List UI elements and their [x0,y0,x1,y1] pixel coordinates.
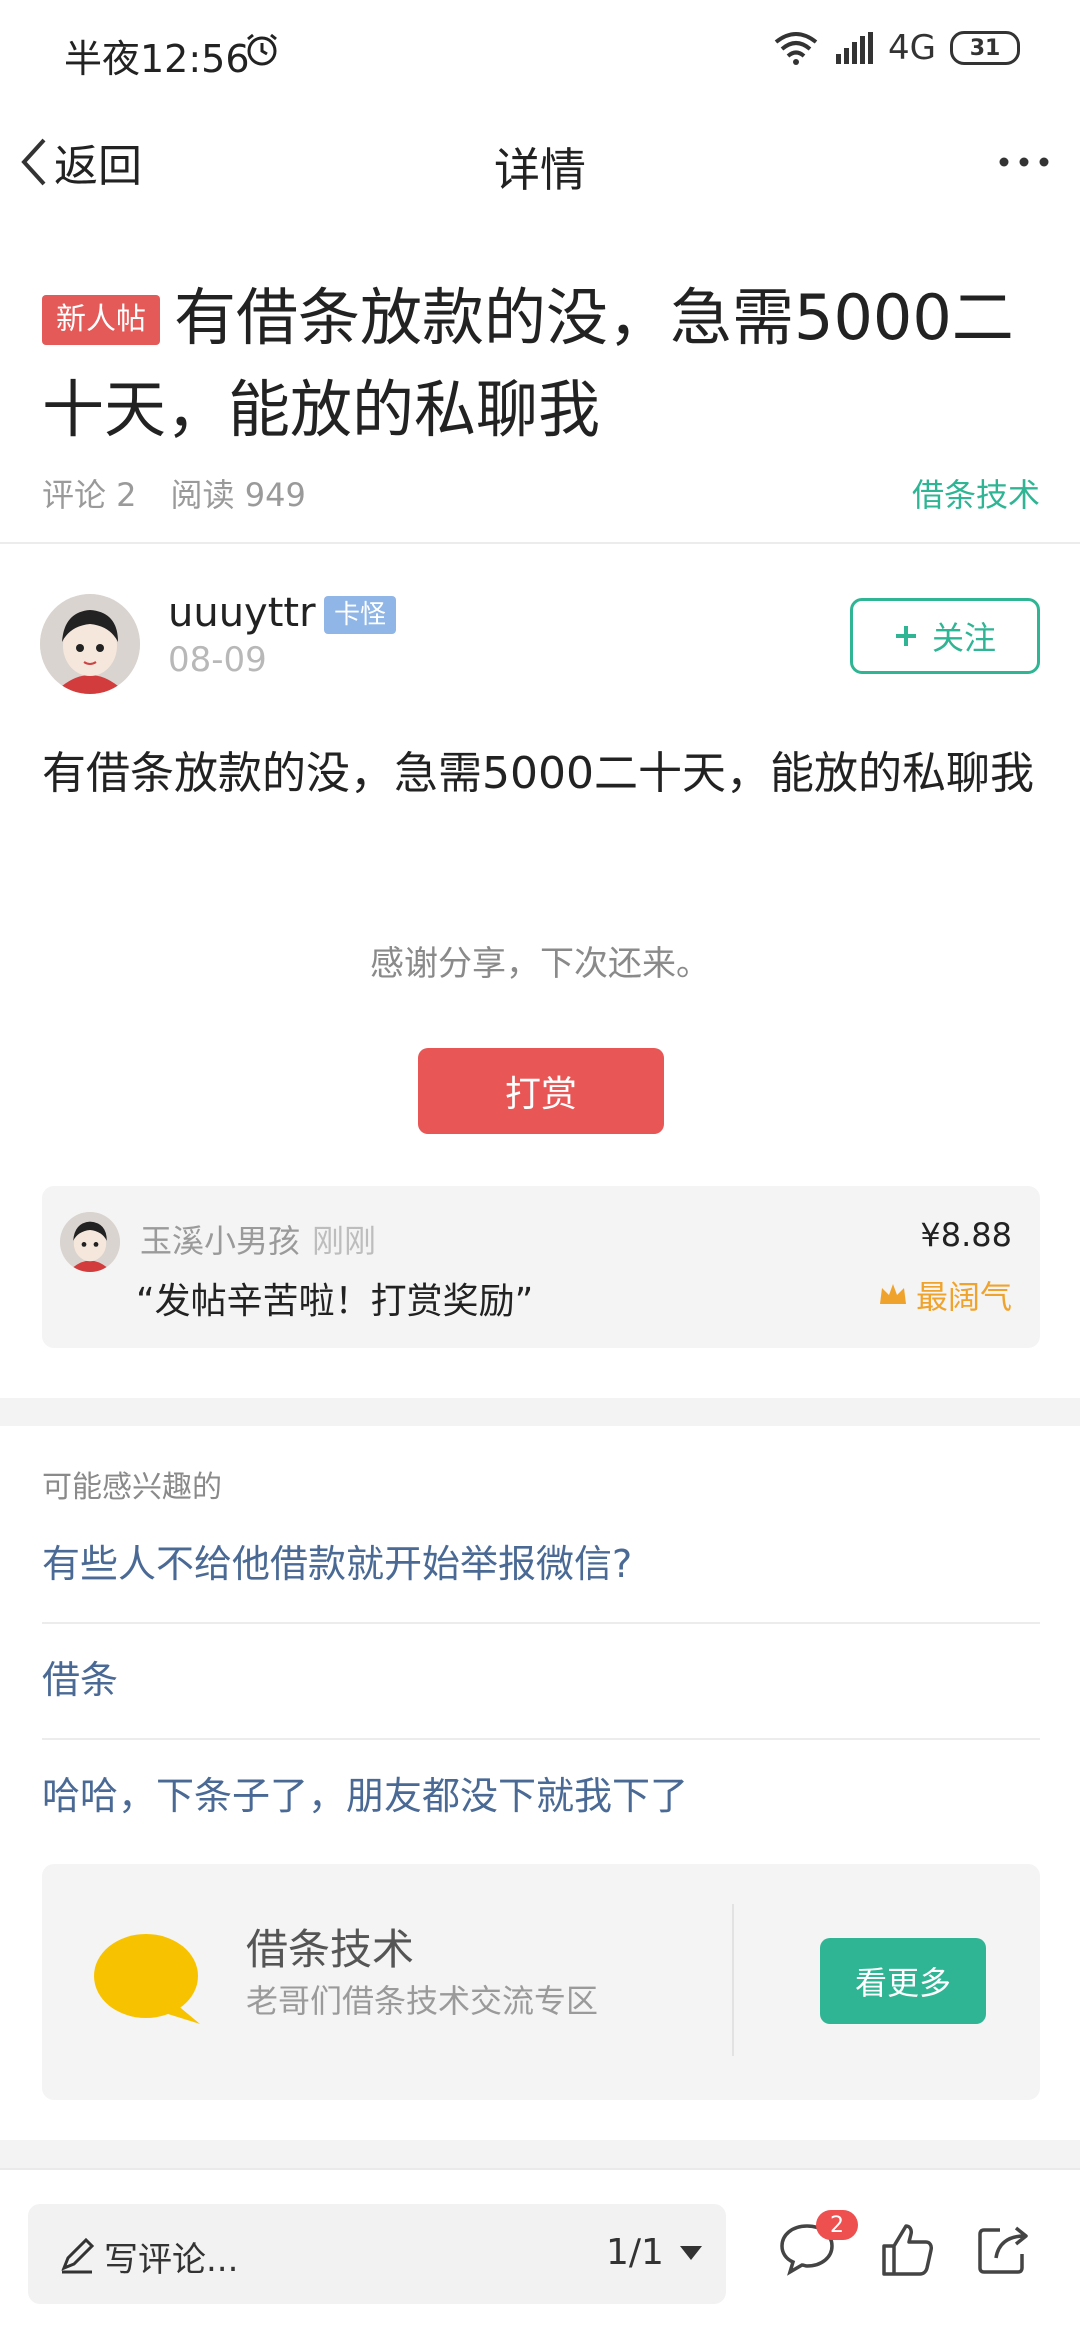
thanks-text: 感谢分享，下次还来。 [370,944,710,984]
comment-count-badge: 2 [816,2210,858,2240]
new-post-badge: 新人帖 [42,295,160,345]
pencil-icon [61,2237,95,2274]
section-separator [0,1398,1080,1426]
battery-level: 31 [969,35,1001,61]
rewarder-info: 玉溪小男孩 刚刚 [140,1216,376,1262]
more-icon[interactable] [996,142,1052,182]
reward-message: “发帖辛苦啦！打赏奖励” [136,1281,534,1322]
signal-icon [836,32,874,64]
divider [732,1904,734,2056]
rewarder-avatar [60,1212,120,1272]
post-title: 新人帖 有借条放款的没，急需5000二十天，能放的私聊我 [42,272,1042,456]
page-indicator: 1/1 [606,2232,664,2273]
comment-placeholder: 写评论... [104,2240,239,2280]
reward-amount: ¥8.88 [920,1216,1012,1254]
reward-time: 刚刚 [312,1222,377,1260]
follow-button[interactable]: 关注 [850,598,1040,674]
recommend-heading: 可能感兴趣的 [42,1470,222,1505]
author-avatar[interactable] [40,594,140,694]
recommend-item[interactable]: 借条 [42,1622,1040,1740]
caret-down-icon [679,2245,702,2260]
top-rewarder-tag: 最阔气 [878,1272,1012,1318]
bottom-bar: 写评论... 1/1 2 [0,2168,1080,2342]
post-title-text: 有借条放款的没，急需5000二十天，能放的私聊我 [42,281,1014,446]
reward-button[interactable]: 打赏 [418,1048,664,1134]
alarm-icon [247,33,277,66]
nav-bar: 返回 详情 [0,100,1080,230]
status-bar: 半夜12:56 4G 31 [0,0,1080,100]
recommend-item[interactable]: 有些人不给他借款就开始举报微信? [42,1506,1040,1624]
circle-card[interactable]: 借条技术 老哥们借条技术交流专区 看更多 [42,1864,1040,2100]
avatar-image [40,594,140,694]
chat-bubble-icon [94,1934,200,2024]
comment-input[interactable]: 写评论... 1/1 [28,2204,726,2304]
battery-icon: 31 [950,31,1020,65]
post-date: 08-09 [168,640,267,680]
plus-icon [895,626,916,646]
share-icon[interactable] [972,2218,1034,2280]
author-level-badge: 卡怪 [324,596,397,634]
page-selector[interactable]: 1/1 [606,2232,702,2273]
circle-description: 老哥们借条技术交流专区 [246,1982,599,2020]
section-separator [0,2140,1080,2168]
status-time: 半夜12:56 [64,37,250,81]
category-link[interactable]: 借条技术 [912,470,1040,516]
top-rewarder-label: 最阔气 [915,1278,1012,1316]
circle-name: 借条技术 [246,1925,415,1974]
status-right: 4G 31 [772,28,1020,68]
follow-label: 关注 [931,619,996,657]
page-title: 详情 [494,143,586,197]
network-type: 4G [888,28,936,68]
avatar-image [60,1212,120,1272]
read-count: 阅读 949 [170,476,306,514]
divider [0,542,1080,544]
crown-icon [879,1284,906,1304]
wifi-icon [774,32,818,65]
reward-card[interactable]: 玉溪小男孩 刚刚 “发帖辛苦啦！打赏奖励” ¥8.88 最阔气 [42,1186,1040,1348]
rewarder-name: 玉溪小男孩 [140,1222,301,1260]
comment-count: 评论 2 [42,476,137,514]
author-name[interactable]: uuuyttr [168,590,316,636]
see-more-button[interactable]: 看更多 [820,1938,986,2024]
recommend-item[interactable]: 哈哈，下条子了，朋友都没下就我下了 [42,1738,1040,1854]
like-icon[interactable] [876,2218,938,2280]
post-body: 有借条放款的没，急需5000二十天，能放的私聊我 [42,748,1034,799]
post-meta: 评论 2 阅读 949 [42,470,340,516]
